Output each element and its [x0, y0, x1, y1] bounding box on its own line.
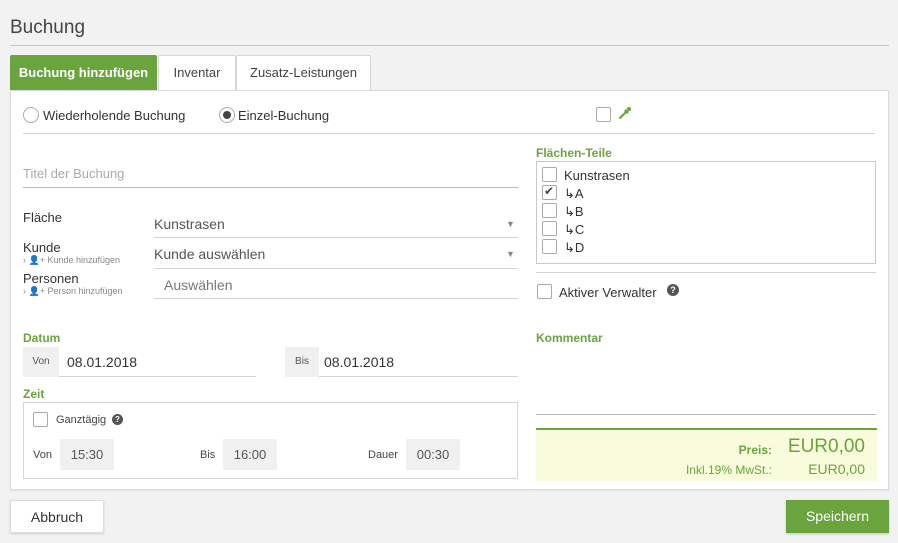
duration-input[interactable]: 00:30: [406, 439, 460, 470]
datum-from-addon: Von: [23, 347, 59, 377]
person-add-link[interactable]: › 👤+ Person hinzufügen: [23, 286, 123, 297]
kunde-add-link[interactable]: › 👤+ Kunde hinzufügen: [23, 255, 120, 266]
personen-label: Personen: [23, 271, 79, 286]
datum-to-underline: [319, 376, 518, 377]
kommentar-underline: [536, 414, 876, 415]
zeit-to-input[interactable]: 16:00: [223, 439, 277, 470]
vat-label: Inkl.19% MwSt.:: [685, 463, 772, 477]
kunde-label: Kunde: [23, 240, 61, 255]
zeit-label: Zeit: [23, 387, 45, 401]
help-icon[interactable]: ?: [112, 414, 123, 425]
recurring-booking-label[interactable]: Wiederholende Buchung: [43, 108, 185, 123]
right-divider: [536, 272, 876, 273]
datum-label: Datum: [23, 331, 61, 345]
flaeche-teil-a-label[interactable]: ↳A: [564, 186, 584, 202]
ganztaegig-label[interactable]: Ganztägig: [56, 414, 106, 426]
color-checkbox[interactable]: [596, 107, 611, 122]
flaeche-caret-icon[interactable]: ▼: [506, 219, 515, 229]
page-title: Buchung: [10, 17, 86, 38]
datum-to-input[interactable]: 08.01.2018: [324, 354, 394, 370]
flaeche-teil-b-checkbox[interactable]: [542, 203, 557, 218]
aktiver-verwalter-label[interactable]: Aktiver Verwalter: [559, 285, 657, 300]
price-value: EUR0,00: [787, 436, 865, 457]
flaeche-underline: [154, 237, 518, 238]
vat-value: EUR0,00: [808, 461, 865, 477]
kunde-caret-icon[interactable]: ▼: [506, 249, 515, 259]
personen-underline: [154, 298, 518, 299]
title-divider: [10, 45, 889, 46]
flaeche-teil-kunstrasen-checkbox[interactable]: [542, 167, 557, 182]
kunde-add-link-text: Kunde hinzufügen: [47, 255, 121, 265]
add-person-icon: 👤+: [28, 286, 45, 296]
flaeche-teil-c-checkbox[interactable]: [542, 221, 557, 236]
datum-from-underline: [59, 376, 256, 377]
tab-buchung-hinzufuegen[interactable]: Buchung hinzufügen: [10, 55, 157, 90]
zeit-from-label: Von: [33, 449, 52, 461]
zeit-to-label: Bis: [200, 449, 216, 461]
flaeche-teil-a-checkbox[interactable]: [542, 184, 557, 200]
zeit-from-input[interactable]: 15:30: [60, 439, 114, 470]
booking-title-input[interactable]: Titel der Buchung: [23, 166, 518, 181]
flaeche-teil-kunstrasen-label[interactable]: Kunstrasen: [564, 168, 630, 183]
kommentar-label: Kommentar: [536, 331, 603, 345]
add-user-icon: 👤+: [28, 255, 45, 265]
duration-label: Dauer: [368, 449, 398, 461]
person-add-link-text: Person hinzufügen: [47, 286, 123, 296]
cancel-button[interactable]: Abbruch: [10, 500, 104, 533]
flaeche-select[interactable]: Kunstrasen: [154, 216, 225, 232]
flaechen-teile-list: Kunstrasen ↳A ↳B ↳C ↳D: [536, 161, 876, 264]
flaeche-teil-d-checkbox[interactable]: [542, 239, 557, 254]
tab-inventar[interactable]: Inventar: [158, 55, 236, 90]
eyedropper-icon[interactable]: [618, 106, 632, 125]
flaeche-teil-b-label[interactable]: ↳B: [564, 204, 584, 220]
flaeche-teil-d-label[interactable]: ↳D: [564, 240, 584, 256]
zeit-box: Ganztägig ? Von 15:30 Bis 16:00 Dauer 00…: [23, 402, 518, 479]
top-divider: [23, 133, 875, 134]
datum-to-addon: Bis: [285, 347, 319, 377]
booking-form-panel: Wiederholende Buchung Einzel-Buchung Tit…: [10, 90, 889, 490]
save-button[interactable]: Speichern: [786, 500, 889, 533]
ganztaegig-checkbox[interactable]: [33, 412, 48, 427]
kunde-select[interactable]: Kunde auswählen: [154, 246, 265, 262]
kommentar-textarea[interactable]: [536, 346, 876, 414]
datum-from-input[interactable]: 08.01.2018: [67, 354, 137, 370]
flaechen-teile-label: Flächen-Teile: [536, 146, 612, 160]
single-booking-radio[interactable]: [219, 107, 235, 123]
flaeche-label: Fläche: [23, 210, 63, 225]
aktiver-verwalter-checkbox[interactable]: [537, 284, 552, 299]
price-label: Preis:: [738, 443, 772, 457]
recurring-booking-radio[interactable]: [23, 107, 39, 123]
aktiver-verwalter-help-icon[interactable]: ?: [667, 284, 679, 296]
price-box: Preis: EUR0,00 Inkl.19% MwSt.: EUR0,00: [536, 428, 877, 481]
booking-title-underline: [23, 187, 518, 188]
tab-zusatz-leistungen[interactable]: Zusatz-Leistungen: [236, 55, 371, 90]
personen-select[interactable]: Auswählen: [164, 277, 233, 293]
flaeche-teil-c-label[interactable]: ↳C: [564, 222, 584, 238]
kunde-underline: [154, 268, 518, 269]
single-booking-label[interactable]: Einzel-Buchung: [238, 108, 329, 123]
